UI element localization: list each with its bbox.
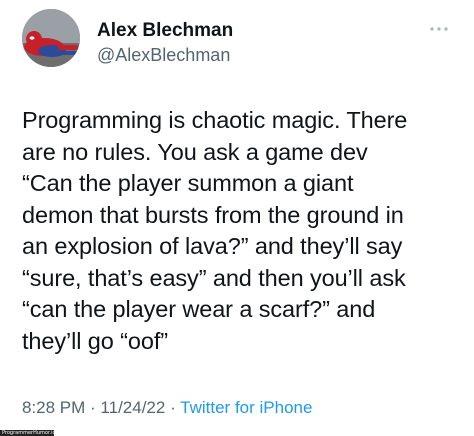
tweet-time[interactable]: 8:28 PM <box>22 398 85 417</box>
tweet-text-line: “Can the player summon a giant <box>22 170 354 196</box>
meta-separator: · <box>165 398 181 417</box>
spider-man-avatar-icon <box>22 9 80 67</box>
meta-separator: · <box>85 398 101 417</box>
tweet-card: Alex Blechman @AlexBlechman Programming … <box>0 0 474 436</box>
author-display-name[interactable]: Alex Blechman <box>97 20 233 42</box>
tweet-text-line: “can the player wear a scarf?” and <box>22 296 376 322</box>
tweet-text-line: an explosion of lava?” and they’ll say <box>22 233 403 259</box>
tweet-text-line: are no rules. You ask a game dev <box>22 138 368 165</box>
tweet-text-line: demon that bursts from the ground in <box>22 201 404 228</box>
author-handle[interactable]: @AlexBlechman <box>97 45 230 66</box>
tweet-text-line: “sure, that’s easy” and then you’ll ask <box>22 264 406 291</box>
tweet-text-line: Programming is chaotic magic. There <box>22 107 408 133</box>
tweet-date[interactable]: 11/24/22 <box>100 398 165 417</box>
more-options-icon[interactable] <box>428 22 450 36</box>
tweet-text: Programming is chaotic magic. There are … <box>22 105 462 357</box>
tweet-text-line: they’ll go “oof” <box>22 327 168 354</box>
tweet-metadata: 8:28 PM · 11/24/22 · Twitter for iPhone <box>22 398 312 418</box>
avatar[interactable] <box>22 9 80 67</box>
watermark: ProgrammerHumor.io <box>0 430 54 436</box>
tweet-source-link[interactable]: Twitter for iPhone <box>180 398 312 417</box>
